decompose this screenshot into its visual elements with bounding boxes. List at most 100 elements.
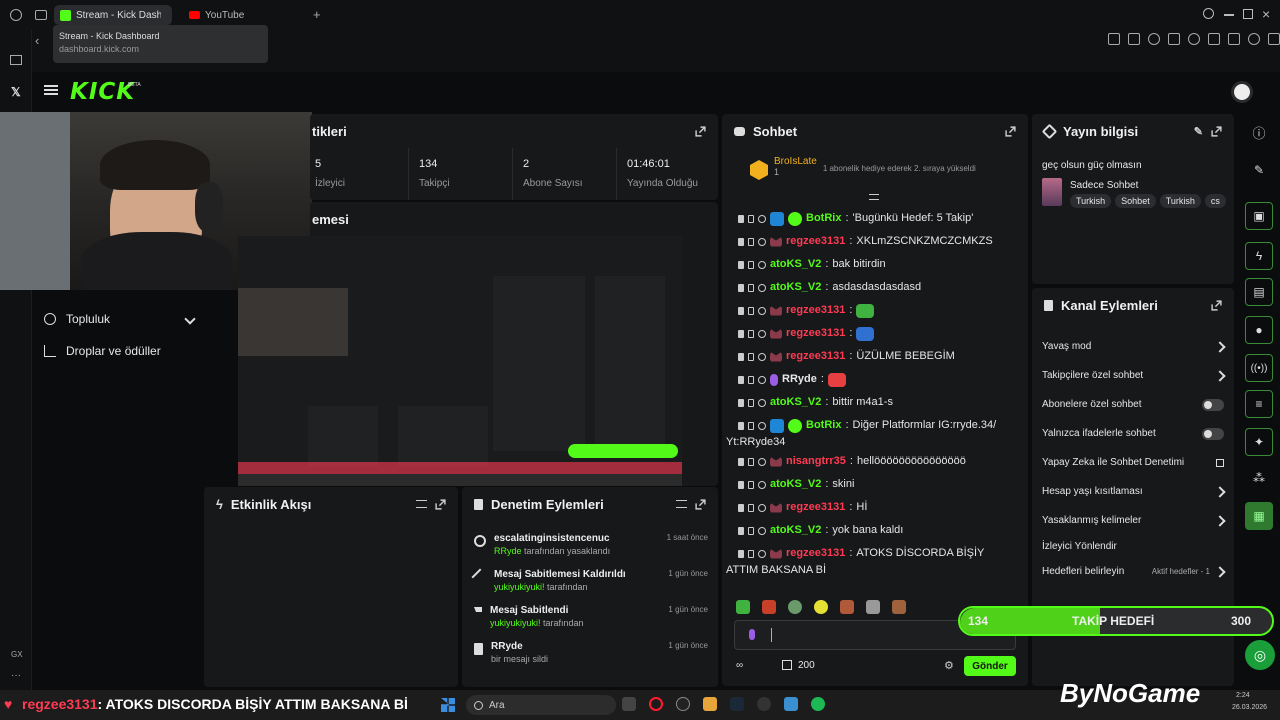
chat-username[interactable]: regzee3131 — [786, 302, 845, 319]
ban-icon[interactable] — [758, 526, 766, 535]
delete-icon[interactable] — [738, 306, 744, 315]
opera-logo-icon[interactable] — [10, 9, 22, 21]
edit-icon[interactable]: ✎ — [1245, 156, 1273, 184]
more-icon[interactable]: ··· — [11, 670, 21, 681]
extensions-icon[interactable] — [1208, 33, 1220, 45]
emote-icon[interactable] — [840, 600, 854, 614]
expand-icon[interactable] — [1005, 125, 1016, 137]
timeout-icon[interactable] — [748, 260, 754, 269]
edit-icon[interactable]: ✎ — [1194, 125, 1203, 138]
delete-icon[interactable] — [738, 457, 744, 466]
delete-icon[interactable] — [738, 398, 744, 407]
kick-logo[interactable]: KICK — [70, 79, 135, 105]
file-explorer-icon[interactable] — [703, 697, 717, 711]
timeout-icon[interactable] — [748, 283, 754, 292]
emote-icon[interactable] — [736, 600, 750, 614]
emote-icon[interactable] — [892, 600, 906, 614]
expand-icon[interactable] — [695, 498, 706, 510]
play-icon[interactable] — [1168, 33, 1180, 45]
chat-username[interactable]: nisangtrr35 — [786, 453, 846, 470]
toggle-switch[interactable] — [1202, 427, 1224, 440]
chat-username[interactable]: atoKS_V2 — [770, 522, 821, 539]
channel-action-item[interactable]: Yavaş mod — [1042, 332, 1226, 361]
ban-icon[interactable] — [758, 398, 766, 407]
new-tab-button[interactable]: + — [313, 7, 321, 22]
chat-username[interactable]: atoKS_V2 — [770, 476, 821, 493]
steam-icon[interactable] — [730, 697, 744, 711]
chat-username[interactable]: atoKS_V2 — [770, 256, 821, 273]
wrench-icon[interactable]: ✦ — [1245, 428, 1273, 456]
delete-icon[interactable] — [738, 329, 744, 338]
nav-item-topluluk[interactable]: Topluluk — [44, 312, 196, 326]
channel-action-item[interactable]: Yalnızca ifadelerle sohbet — [1042, 419, 1224, 448]
ban-icon[interactable] — [758, 549, 766, 558]
back-button[interactable]: ‹ — [35, 33, 39, 48]
snapshot-icon[interactable] — [1128, 33, 1140, 45]
taskbar-search[interactable]: Ara — [466, 695, 616, 715]
delete-icon[interactable] — [738, 375, 744, 384]
delete-icon[interactable] — [738, 421, 744, 430]
ban-icon[interactable] — [758, 480, 766, 489]
spotify-icon[interactable] — [811, 697, 825, 711]
delete-icon[interactable] — [738, 283, 744, 292]
channel-action-item[interactable]: Hedefleri belirleyin Aktif hedefler - 1 — [1042, 557, 1226, 586]
ban-icon[interactable] — [758, 329, 766, 338]
expand-icon[interactable] — [1211, 299, 1222, 311]
tag[interactable]: cs — [1204, 194, 1226, 208]
info-icon[interactable]: ⓘ — [1245, 118, 1273, 146]
nav-item-droplar[interactable]: Droplar ve ödüller — [44, 344, 161, 358]
timeout-icon[interactable] — [748, 329, 754, 338]
chat-username[interactable]: regzee3131 — [786, 325, 845, 342]
chevron-right-icon[interactable] — [1214, 369, 1226, 382]
expand-icon[interactable] — [435, 498, 446, 510]
delete-icon[interactable] — [738, 352, 744, 361]
points-icon[interactable]: ∞ — [736, 660, 743, 671]
chat-username[interactable]: atoKS_V2 — [770, 394, 821, 411]
chat-username[interactable]: atoKS_V2 — [770, 279, 821, 296]
x-twitter-icon[interactable]: 𝕏 — [11, 85, 21, 99]
filter-icon[interactable] — [416, 500, 427, 508]
delete-icon[interactable] — [738, 237, 744, 246]
document-icon[interactable]: ▤ — [1245, 278, 1273, 306]
channel-action-item[interactable]: Abonelere özel sohbet — [1042, 390, 1224, 419]
channel-action-item[interactable]: Yasaklanmış kelimeler — [1042, 506, 1226, 535]
close-window-icon[interactable]: × — [1262, 6, 1270, 22]
search-tabs-icon[interactable] — [1203, 8, 1214, 19]
tag[interactable]: Turkish — [1070, 194, 1112, 208]
send-button[interactable]: Gönder — [964, 656, 1016, 676]
timeout-icon[interactable] — [748, 214, 754, 223]
clip-icon[interactable]: ▣ — [1245, 202, 1273, 230]
mic-icon[interactable] — [749, 629, 755, 640]
delete-icon[interactable] — [738, 549, 744, 558]
broadcast-icon[interactable]: ((•)) — [1245, 354, 1273, 382]
delete-icon[interactable] — [738, 526, 744, 535]
ban-icon[interactable] — [758, 421, 766, 430]
ban-icon[interactable] — [758, 283, 766, 292]
chat-username[interactable]: regzee3131 — [786, 499, 845, 516]
delete-icon[interactable] — [738, 480, 744, 489]
minimize-icon[interactable] — [1224, 14, 1234, 16]
timeout-icon[interactable] — [748, 526, 754, 535]
channel-action-item[interactable]: Takipçilere özel sohbet — [1042, 361, 1226, 390]
tab-kick-dashboard[interactable]: Stream - Kick Dashboard — [54, 5, 172, 25]
chat-username[interactable]: RRyde — [782, 371, 817, 388]
profile-icon[interactable] — [1248, 33, 1260, 45]
settings-icon[interactable] — [1268, 33, 1280, 45]
chat-username[interactable]: BotRix — [806, 210, 841, 227]
ban-icon[interactable] — [758, 237, 766, 246]
ban-icon[interactable] — [758, 214, 766, 223]
pin-icon[interactable] — [1108, 33, 1120, 45]
shield-icon[interactable] — [1148, 33, 1160, 45]
timeout-icon[interactable] — [748, 375, 754, 384]
ban-icon[interactable] — [758, 457, 766, 466]
extension-icon[interactable]: ▦ — [1245, 502, 1273, 530]
ban-icon[interactable] — [758, 306, 766, 315]
download-icon[interactable] — [1228, 33, 1240, 45]
external-link-icon[interactable] — [1216, 458, 1224, 467]
gx-icon[interactable]: GX — [11, 650, 23, 659]
chat-bubble-icon[interactable]: ● — [1245, 316, 1273, 344]
hamburger-menu-icon[interactable] — [44, 85, 58, 87]
support-icon[interactable]: ◎ — [1245, 640, 1275, 670]
community-icon[interactable]: ⁂ — [1245, 464, 1273, 492]
channel-action-item[interactable]: Yapay Zeka ile Sohbet Denetimi — [1042, 448, 1224, 477]
